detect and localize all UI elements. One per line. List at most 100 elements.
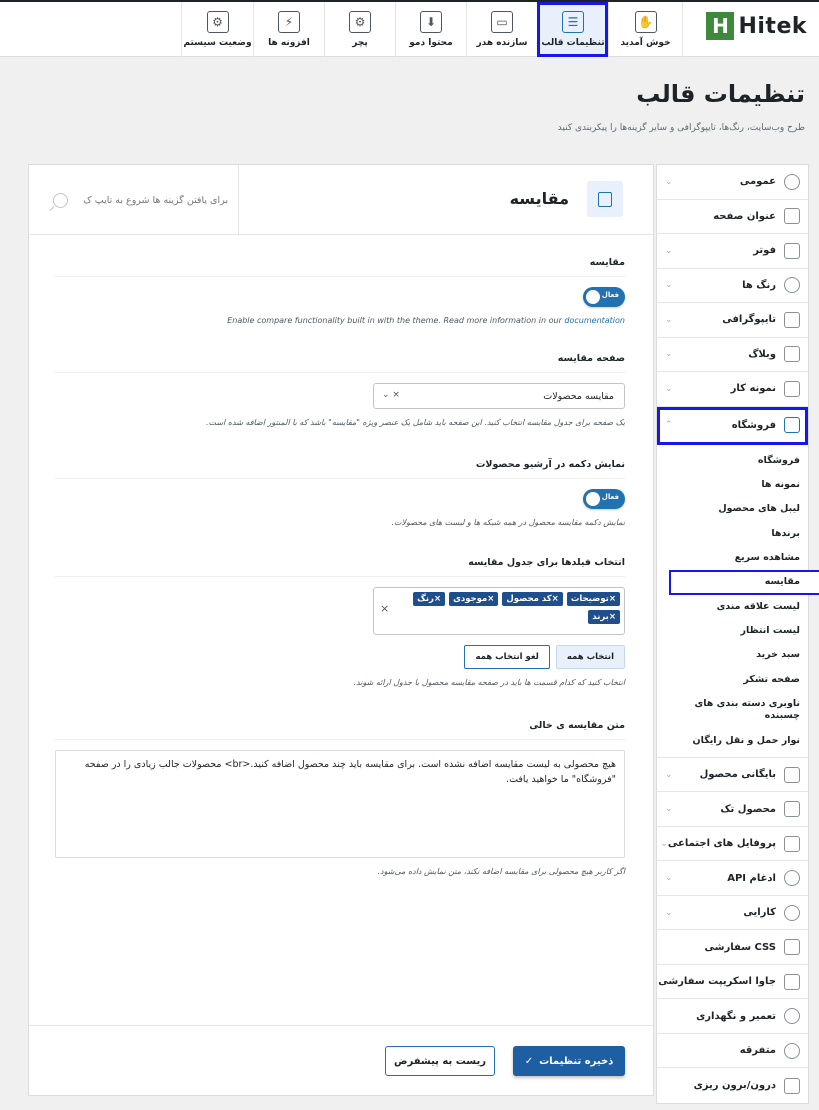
tab-patcher[interactable]: ⚙ پچر — [324, 2, 395, 57]
sidebar-item-blog[interactable]: وبلاگ ⌄ — [657, 338, 808, 372]
chevron-up-icon: ⌃ — [665, 420, 673, 430]
field-description: انتخاب کنید که کدام قسمت ها باید در صفحه… — [353, 678, 626, 687]
chip-color[interactable]: ×رنگ — [413, 592, 446, 606]
chip-description[interactable]: ×توضیحات — [566, 592, 620, 606]
compare-toggle[interactable]: فعال — [583, 287, 625, 307]
sidebar-item-misc[interactable]: متفرقه — [657, 1034, 808, 1069]
table-fields-multiselect[interactable]: ×توضیحات ×کد محصول ×موجودی ×رنگ ×برند × — [373, 587, 625, 635]
sidebar-item-api[interactable]: ادغام API ⌄ — [657, 861, 808, 896]
maintenance-icon — [784, 1008, 800, 1025]
top-navigation: H Hitek ✋ خوش آمدید ☰ تنظیمات قالب ▭ ساز… — [0, 0, 819, 57]
sidebar-item-footer[interactable]: فوتر ⌄ — [657, 234, 808, 269]
submenu-item-wishlist[interactable]: لیست علاقه مندی — [657, 595, 808, 619]
submenu-item-shop[interactable]: فروشگاه — [657, 449, 808, 473]
tab-header-builder[interactable]: ▭ سازنده هدر — [466, 2, 537, 57]
submenu-item-sticky-categories[interactable]: ناوبری دسته بندی های چسبنده — [657, 692, 808, 729]
chevron-down-icon: ⌄ — [665, 769, 673, 780]
deselect-all-button[interactable]: لغو انتخاب همه — [464, 645, 550, 669]
submenu-item-compare[interactable]: مقایسه — [669, 570, 819, 595]
submenu-item-free-shipping-bar[interactable]: نوار حمل و نقل رایگان — [657, 729, 808, 753]
page-subtitle: طرح وب‌سایت، رنگ‌ها، تایپوگرافی و سایر گ… — [557, 123, 805, 133]
sidebar-item-custom-js[interactable]: جاوا اسکریپت سفارشی — [657, 965, 808, 1000]
chip-sku[interactable]: ×کد محصول — [502, 592, 563, 606]
save-button[interactable]: ذخیره تنظیمات ✓ — [513, 1046, 625, 1076]
submenu-item-swatches[interactable]: نمونه ها — [657, 473, 808, 497]
sidebar-item-product-archive[interactable]: بایگانی محصول ⌄ — [657, 758, 808, 793]
brand-logo[interactable]: H Hitek — [706, 12, 807, 40]
sidebar-item-page-title[interactable]: عنوان صفحه — [657, 200, 808, 234]
submenu-item-thank-you[interactable]: صفحه تشکر — [657, 668, 808, 692]
field-description: یک صفحه برای جدول مقایسه انتخاب کنید. ای… — [205, 418, 625, 427]
field-compare-page: صفحه مقایسه مقایسه محصولات ⌄ × یک صفحه ب… — [55, 353, 625, 428]
select-value: مقایسه محصولات — [543, 390, 614, 402]
selected-chips: ×توضیحات ×کد محصول ×موجودی ×رنگ ×برند — [400, 592, 620, 624]
field-label: متن مقایسه ی خالی — [55, 720, 625, 740]
tab-plugins[interactable]: ⚡ افزونه ها — [253, 2, 324, 57]
sidebar-item-maintenance[interactable]: تعمیر و نگهداری — [657, 999, 808, 1034]
import-export-icon — [784, 1077, 800, 1094]
footer-icon — [784, 242, 800, 259]
chip-brand[interactable]: ×برند — [588, 610, 620, 624]
field-description: نمایش دکمه مقایسه محصول در همه شبکه ها و… — [391, 518, 625, 527]
shop-submenu: فروشگاه نمونه ها لیبل های محصول برندها م… — [657, 445, 819, 758]
sidebar-item-performance[interactable]: کارایی ⌄ — [657, 896, 808, 931]
field-compare: مقایسه فعال Enable compare functionality… — [55, 257, 625, 326]
field-label: نمایش دکمه در آرشیو محصولات — [55, 459, 625, 479]
sidebar-item-general[interactable]: عمومی ⌄ — [657, 165, 808, 200]
field-table-fields: انتخاب فیلدها برای جدول مقایسه ×توضیحات … — [55, 557, 625, 688]
empty-text-textarea[interactable]: هیچ محصولی به لیست مقایسه اضافه نشده است… — [55, 750, 625, 858]
portfolio-icon — [784, 380, 800, 397]
submenu-item-quick-view[interactable]: مشاهده سریع — [657, 546, 808, 570]
sliders-icon: ☰ — [562, 11, 584, 33]
compare-page-select[interactable]: مقایسه محصولات ⌄ × — [373, 383, 625, 409]
download-icon: ⬇ — [420, 11, 442, 33]
sidebar-item-colors[interactable]: رنگ ها ⌄ — [657, 269, 808, 303]
sidebar-item-portfolio[interactable]: نمونه کار ⌄ — [657, 372, 808, 407]
sidebar-item-label: بایگانی محصول — [699, 769, 776, 781]
chevron-down-icon: ⌄ — [660, 838, 668, 849]
submenu-item-waitlist[interactable]: لیست انتظار — [657, 619, 808, 643]
field-empty-text: متن مقایسه ی خالی هیچ محصولی به لیست مقا… — [55, 720, 625, 877]
archive-button-toggle[interactable]: فعال — [583, 489, 625, 509]
reset-button[interactable]: ریست به پیشفرض — [385, 1046, 495, 1076]
sidebar-item-single-product[interactable]: محصول تک ⌄ — [657, 792, 808, 827]
select-all-button[interactable]: انتخاب همه — [555, 645, 625, 669]
submenu-item-product-labels[interactable]: لیبل های محصول — [657, 497, 808, 521]
toggle-knob — [586, 492, 600, 506]
sidebar-item-label: کارایی — [743, 907, 776, 919]
tab-demo-content[interactable]: ⬇ محتوا دمو — [395, 2, 466, 57]
clear-icon[interactable]: × — [380, 602, 389, 615]
chip-stock[interactable]: ×موجودی — [449, 592, 499, 606]
tab-label: تنظیمات قالب — [541, 38, 605, 48]
search-input[interactable] — [78, 194, 228, 206]
toggle-knob — [586, 290, 600, 304]
tab-label: محتوا دمو — [409, 38, 453, 48]
chevron-down-icon: ⌄ — [665, 383, 673, 394]
sidebar-item-label: محصول تک — [720, 803, 776, 815]
header-builder-icon: ▭ — [491, 11, 513, 33]
chevron-down-icon: ⌄ — [665, 873, 673, 884]
sidebar-item-import-export[interactable]: درون/برون ریزی — [657, 1068, 808, 1103]
option-search — [29, 165, 239, 235]
sidebar-item-custom-css[interactable]: CSS سفارشی — [657, 930, 808, 965]
submenu-item-cart[interactable]: سبد خرید — [657, 643, 808, 667]
api-icon — [784, 870, 800, 887]
sidebar-item-label: وبلاگ — [748, 348, 776, 360]
documentation-link[interactable]: documentation — [564, 316, 625, 325]
sidebar-item-typography[interactable]: تایپوگرافی ⌄ — [657, 303, 808, 338]
search-icon — [53, 192, 68, 208]
sidebar-item-shop[interactable]: فروشگاه ⌃ — [657, 406, 808, 445]
social-icon — [784, 835, 800, 852]
tab-label: پچر — [352, 38, 368, 48]
select-controls-icon[interactable]: ⌄ × — [382, 390, 400, 400]
chevron-down-icon: ⌄ — [665, 907, 673, 918]
single-product-icon — [784, 801, 800, 818]
tab-system-status[interactable]: ⚙ وضعیت سیستم — [181, 2, 253, 57]
tab-welcome[interactable]: ✋ خوش آمدید — [608, 2, 683, 57]
css-icon — [784, 939, 800, 956]
description-text: Enable compare functionality built in wi… — [227, 316, 565, 325]
field-label: انتخاب فیلدها برای جدول مقایسه — [55, 557, 625, 577]
submenu-item-brands[interactable]: برندها — [657, 522, 808, 546]
sidebar-item-social-profiles[interactable]: پروفایل های اجتماعی ⌄ — [657, 827, 808, 862]
tab-theme-settings[interactable]: ☰ تنظیمات قالب — [537, 2, 608, 57]
